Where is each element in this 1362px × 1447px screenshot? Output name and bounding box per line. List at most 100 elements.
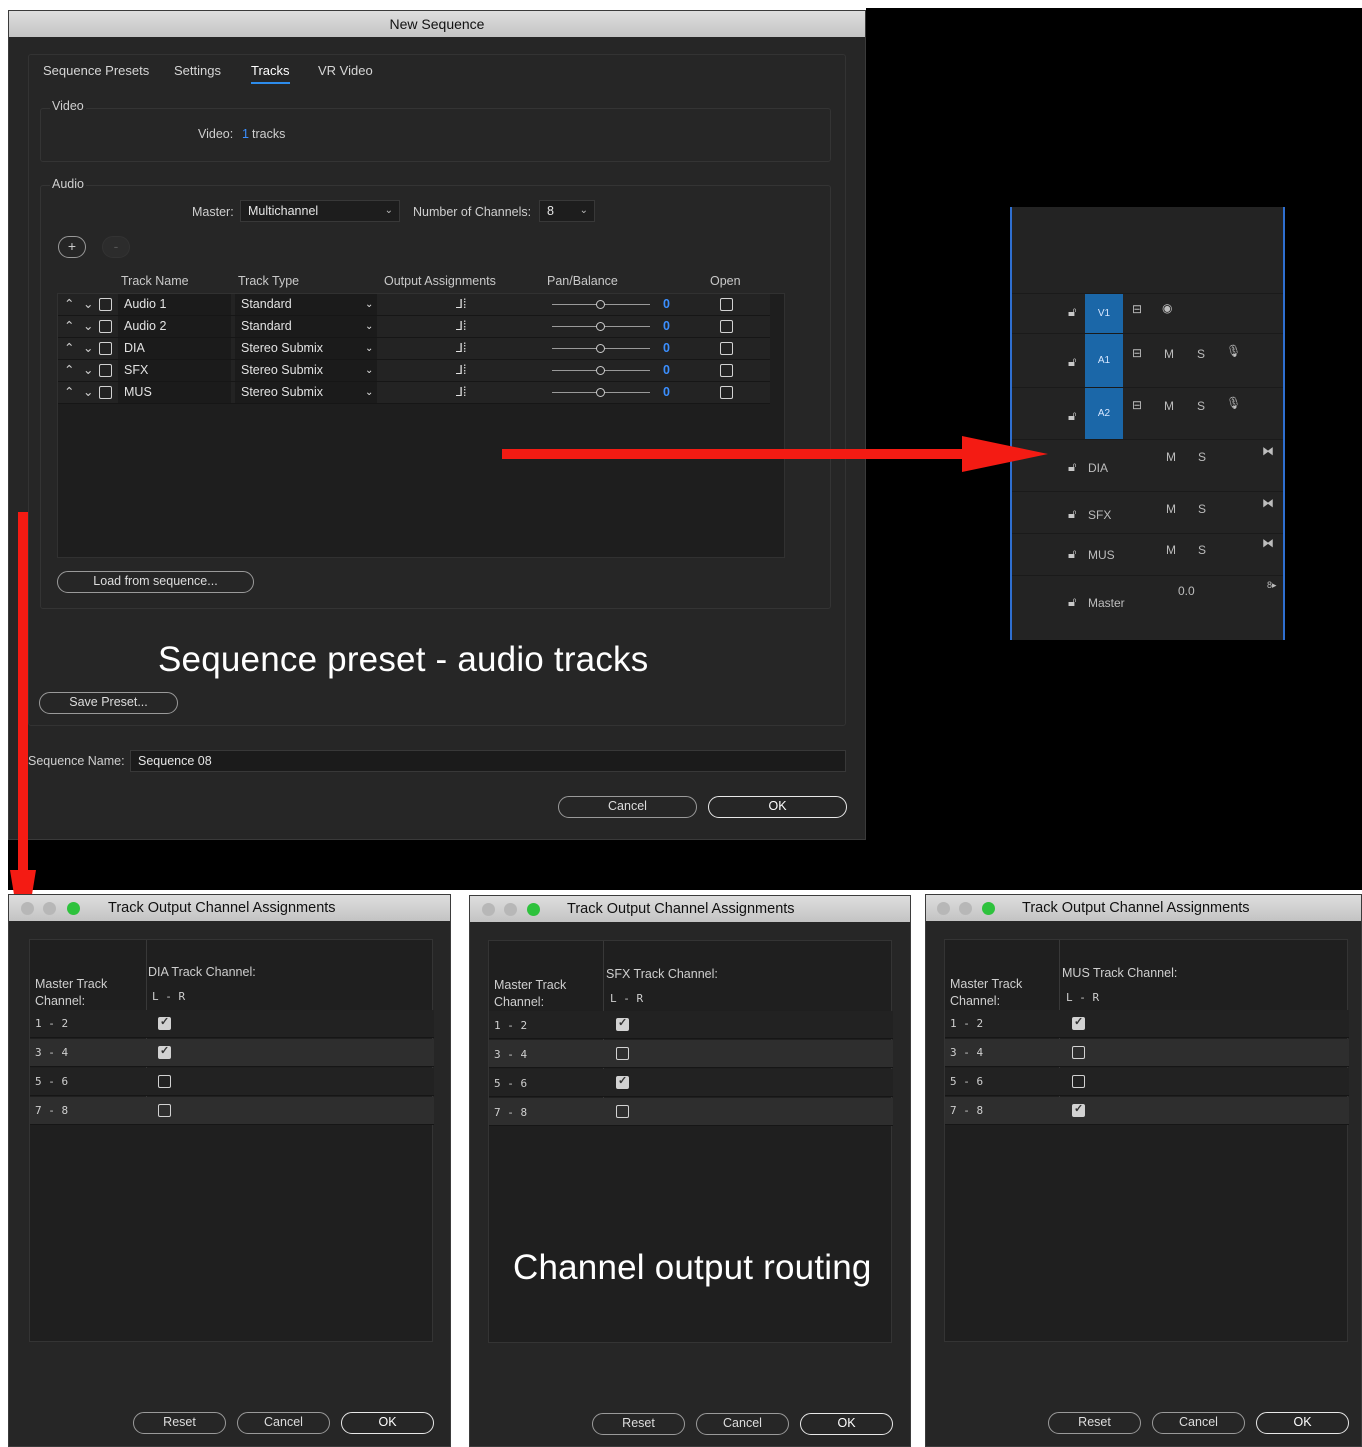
route-checkbox[interactable]	[158, 1015, 171, 1030]
minimize-icon[interactable]	[504, 903, 517, 916]
minimize-icon[interactable]	[959, 902, 972, 915]
master-select[interactable]: Multichannel ⌄	[240, 200, 400, 222]
close-icon[interactable]	[21, 902, 34, 915]
ok-button[interactable]: OK	[800, 1413, 893, 1435]
cancel-button[interactable]: Cancel	[696, 1413, 789, 1435]
output-assignments-icon[interactable]: ⅃⁞	[450, 382, 466, 403]
pan-value[interactable]: 0	[657, 294, 670, 315]
route-checkbox[interactable]	[158, 1075, 171, 1088]
move-up-icon[interactable]: ⌃	[58, 360, 74, 381]
pan-value[interactable]: 0	[657, 338, 670, 359]
tab-sequence-presets[interactable]: Sequence Presets	[43, 63, 149, 78]
remove-track-button[interactable]: -	[102, 236, 130, 258]
output-assignments-icon[interactable]: ⅃⁞	[450, 294, 466, 315]
track-type-cell[interactable]: Standard	[235, 316, 377, 337]
tab-settings[interactable]: Settings	[174, 63, 221, 78]
solo-button[interactable]: S	[1198, 450, 1206, 464]
channels-select[interactable]: 8 ⌄	[539, 200, 595, 222]
track-name-cell[interactable]: Audio 2	[118, 316, 231, 337]
submix-icon[interactable]: ⧓	[1262, 496, 1274, 510]
zoom-icon[interactable]	[67, 902, 80, 915]
close-icon[interactable]	[482, 903, 495, 916]
mute-button[interactable]: M	[1166, 502, 1176, 516]
select-checkbox[interactable]	[99, 342, 112, 355]
pan-value[interactable]: 0	[657, 316, 670, 337]
route-checkbox[interactable]	[616, 1105, 629, 1118]
route-checkbox[interactable]	[1072, 1046, 1085, 1059]
tab-vr-video[interactable]: VR Video	[318, 63, 373, 78]
mute-button[interactable]: M	[1166, 543, 1176, 557]
lock-icon[interactable]: 🔓︎	[1068, 546, 1076, 562]
cancel-button[interactable]: Cancel	[558, 796, 697, 818]
solo-button[interactable]: S	[1197, 399, 1205, 413]
add-track-button[interactable]: +	[58, 236, 86, 258]
microphone-icon[interactable]: 🎙︎	[1226, 396, 1241, 410]
ok-button[interactable]: OK	[341, 1412, 434, 1434]
reset-button[interactable]: Reset	[1048, 1412, 1141, 1434]
move-down-icon[interactable]: ⌄	[77, 316, 93, 337]
route-checkbox[interactable]	[616, 1016, 629, 1031]
move-up-icon[interactable]: ⌃	[58, 338, 74, 359]
mute-button[interactable]: M	[1164, 399, 1174, 413]
move-up-icon[interactable]: ⌃	[58, 294, 74, 315]
move-up-icon[interactable]: ⌃	[58, 382, 74, 403]
track-name-cell[interactable]: SFX	[118, 360, 231, 381]
lock-icon[interactable]: 🔓︎	[1068, 304, 1076, 320]
track-name-cell[interactable]: Audio 1	[118, 294, 231, 315]
open-checkbox[interactable]	[720, 364, 733, 377]
lock-icon[interactable]: 🔓︎	[1068, 506, 1076, 522]
mute-button[interactable]: M	[1166, 450, 1176, 464]
save-preset-button[interactable]: Save Preset...	[39, 692, 178, 714]
move-up-icon[interactable]: ⌃	[58, 316, 74, 337]
route-checkbox[interactable]	[158, 1104, 171, 1117]
move-down-icon[interactable]: ⌄	[77, 294, 93, 315]
lock-icon[interactable]: 🔓︎	[1068, 354, 1076, 370]
move-down-icon[interactable]: ⌄	[77, 382, 93, 403]
route-checkbox[interactable]	[158, 1044, 171, 1059]
open-checkbox[interactable]	[720, 298, 733, 311]
zoom-icon[interactable]	[982, 902, 995, 915]
route-checkbox[interactable]	[1072, 1015, 1085, 1030]
pan-knob[interactable]	[596, 366, 605, 375]
track-name-cell[interactable]: MUS	[118, 382, 231, 403]
select-checkbox[interactable]	[99, 298, 112, 311]
ok-button[interactable]: OK	[1256, 1412, 1349, 1434]
output-assignments-icon[interactable]: ⅃⁞	[450, 316, 466, 337]
reset-button[interactable]: Reset	[592, 1413, 685, 1435]
microphone-icon[interactable]: 🎙︎	[1226, 344, 1241, 358]
pan-value[interactable]: 0	[657, 382, 670, 403]
lock-icon[interactable]: 🔓︎	[1068, 408, 1076, 424]
route-checkbox[interactable]	[616, 1047, 629, 1060]
close-icon[interactable]	[937, 902, 950, 915]
output-assignments-icon[interactable]: ⅃⁞	[450, 338, 466, 359]
select-checkbox[interactable]	[99, 364, 112, 377]
tab-tracks[interactable]: Tracks	[251, 63, 290, 84]
track-type-cell[interactable]: Stereo Submix	[235, 382, 377, 403]
move-down-icon[interactable]: ⌄	[77, 338, 93, 359]
route-checkbox[interactable]	[1072, 1102, 1085, 1117]
minimize-icon[interactable]	[43, 902, 56, 915]
ok-button[interactable]: OK	[708, 796, 847, 818]
track-target-a1[interactable]: A1	[1085, 334, 1123, 388]
pan-value[interactable]: 0	[657, 360, 670, 381]
select-checkbox[interactable]	[99, 320, 112, 333]
master-volume-value[interactable]: 0.0	[1178, 584, 1195, 598]
pan-knob[interactable]	[596, 322, 605, 331]
reset-button[interactable]: Reset	[133, 1412, 226, 1434]
route-checkbox[interactable]	[616, 1074, 629, 1089]
lock-icon[interactable]: 🔓︎	[1068, 459, 1076, 475]
pan-knob[interactable]	[596, 388, 605, 397]
pan-knob[interactable]	[596, 300, 605, 309]
sync-lock-icon[interactable]: ⊟	[1132, 398, 1142, 412]
sync-lock-icon[interactable]: ⊟	[1132, 346, 1142, 360]
track-type-cell[interactable]: Standard	[235, 294, 377, 315]
move-down-icon[interactable]: ⌄	[77, 360, 93, 381]
zoom-icon[interactable]	[527, 903, 540, 916]
route-checkbox[interactable]	[1072, 1075, 1085, 1088]
video-count[interactable]: 1	[242, 127, 249, 141]
open-checkbox[interactable]	[720, 386, 733, 399]
sequence-name-input[interactable]: Sequence 08	[130, 750, 846, 772]
pan-knob[interactable]	[596, 344, 605, 353]
solo-button[interactable]: S	[1198, 543, 1206, 557]
sync-lock-icon[interactable]: ⊟	[1132, 302, 1142, 316]
